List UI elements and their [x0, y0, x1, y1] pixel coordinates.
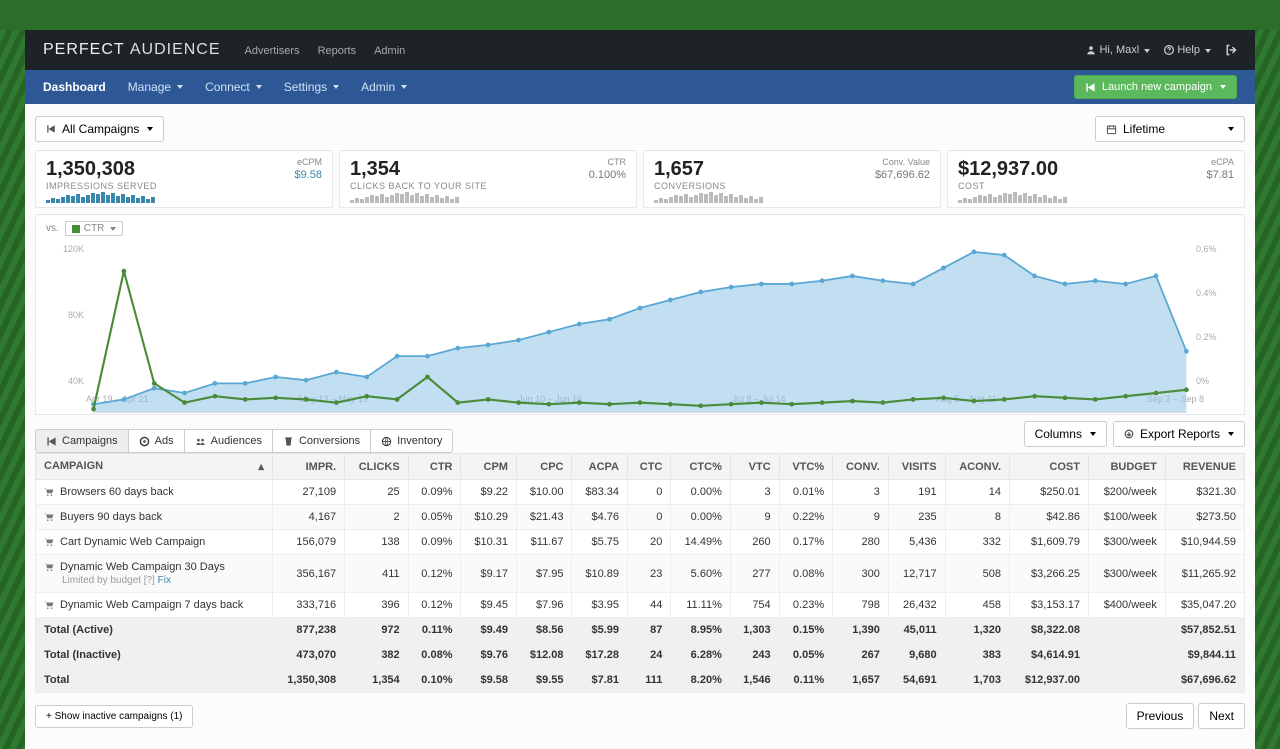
stat-card-3: $12,937.00 COST eCPA $7.81	[947, 150, 1245, 208]
tab-audiences[interactable]: Audiences	[184, 429, 272, 453]
columns-button[interactable]: Columns	[1024, 421, 1107, 447]
table-row[interactable]: Dynamic Web Campaign 30 DaysLimited by b…	[36, 555, 1245, 593]
brand[interactable]: PERFECT AUDIENCE	[43, 41, 221, 59]
col-cpc[interactable]: CPC	[516, 454, 572, 480]
main-chart[interactable]: 120K80K40K 0.6%0.4%0.2%0%	[46, 240, 1234, 390]
col-ctr[interactable]: CTR	[408, 454, 461, 480]
total-row: Total (Active)877,2389720.11%$9.49$8.56$…	[36, 618, 1245, 643]
main-nav: Dashboard Manage Connect Settings Admin L…	[25, 70, 1255, 104]
stat-value: 1,354	[350, 159, 626, 179]
stat-value: 1,350,308	[46, 159, 322, 179]
col-acpa[interactable]: ACPA	[572, 454, 628, 480]
prev-button[interactable]: Previous	[1126, 703, 1195, 729]
col-vtc[interactable]: VTC	[730, 454, 779, 480]
launch-campaign-button[interactable]: Launch new campaign	[1074, 75, 1237, 99]
col-clicks[interactable]: CLICKS	[345, 454, 409, 480]
next-button[interactable]: Next	[1198, 703, 1245, 729]
fix-link[interactable]: Fix	[158, 575, 171, 586]
nav-connect[interactable]: Connect	[205, 80, 262, 94]
top-link-reports[interactable]: Reports	[318, 45, 357, 57]
stat-metric-value: $67,696.62	[875, 169, 930, 181]
stat-metric-value: 0.100%	[589, 169, 626, 181]
top-links: Advertisers Reports Admin	[245, 43, 424, 57]
vs-label: vs.	[46, 223, 59, 234]
col-ctc[interactable]: CTC%	[671, 454, 731, 480]
top-link-admin[interactable]: Admin	[374, 45, 405, 57]
col-conv[interactable]: CONV.	[833, 454, 889, 480]
total-row: Total1,350,3081,3540.10%$9.58$9.55$7.811…	[36, 668, 1245, 693]
stat-value: $12,937.00	[958, 159, 1234, 179]
col-vtc[interactable]: VTC%	[779, 454, 832, 480]
col-campaign[interactable]: CAMPAIGN ▴	[36, 454, 273, 480]
stat-metric-label: eCPA	[1211, 157, 1234, 167]
tab-campaigns[interactable]: Campaigns	[35, 429, 128, 453]
nav-manage[interactable]: Manage	[128, 80, 183, 94]
stat-metric-label: Conv. Value	[882, 157, 930, 167]
stat-metric-label: CTR	[608, 157, 627, 167]
nav-admin[interactable]: Admin	[361, 80, 407, 94]
show-inactive-button[interactable]: + Show inactive campaigns (1)	[35, 705, 193, 728]
table-row[interactable]: Browsers 60 days back27,109250.09%$9.22$…	[36, 480, 1245, 505]
col-budget[interactable]: BUDGET	[1088, 454, 1165, 480]
tab-inventory[interactable]: Inventory	[370, 429, 453, 453]
total-row: Total (Inactive)473,0703820.08%$9.76$12.…	[36, 643, 1245, 668]
col-ctc[interactable]: CTC	[627, 454, 670, 480]
stat-metric-value: $7.81	[1206, 169, 1234, 181]
data-tabs: CampaignsAdsAudiencesConversionsInventor…	[35, 429, 453, 453]
stat-card-0: 1,350,308 IMPRESSIONS SERVED eCPM $9.58	[35, 150, 333, 208]
topbar: PERFECT AUDIENCE Advertisers Reports Admin…	[25, 30, 1255, 70]
nav-dashboard[interactable]: Dashboard	[43, 80, 106, 94]
user-menu[interactable]: Hi, Maxl	[1086, 44, 1150, 56]
vs-metric-selector[interactable]: CTR	[65, 221, 124, 236]
stat-metric-label: eCPM	[297, 157, 322, 167]
col-visits[interactable]: VISITS	[888, 454, 945, 480]
col-aconv[interactable]: ACONV.	[945, 454, 1009, 480]
stat-metric-value: $9.58	[294, 169, 322, 181]
chart-panel: vs. CTR 120K80K40K 0.6%0.4%0.2%0% Apr 19…	[35, 214, 1245, 415]
nav-settings[interactable]: Settings	[284, 80, 339, 94]
stat-card-1: 1,354 CLICKS BACK TO YOUR SITE CTR 0.100…	[339, 150, 637, 208]
col-revenue[interactable]: REVENUE	[1165, 454, 1244, 480]
tab-conversions[interactable]: Conversions	[272, 429, 370, 453]
export-button[interactable]: Export Reports	[1113, 421, 1245, 447]
tab-ads[interactable]: Ads	[128, 429, 184, 453]
campaigns-table: CAMPAIGN ▴IMPR.CLICKSCTRCPMCPCACPACTCCTC…	[35, 453, 1245, 693]
stat-card-2: 1,657 CONVERSIONS Conv. Value $67,696.62	[643, 150, 941, 208]
top-link-advertisers[interactable]: Advertisers	[245, 45, 300, 57]
help-menu[interactable]: Help	[1164, 44, 1211, 56]
table-row[interactable]: Buyers 90 days back4,16720.05%$10.29$21.…	[36, 505, 1245, 530]
col-impr[interactable]: IMPR.	[272, 454, 344, 480]
campaign-filter[interactable]: All Campaigns	[35, 116, 164, 142]
table-row[interactable]: Cart Dynamic Web Campaign156,0791380.09%…	[36, 530, 1245, 555]
table-row[interactable]: Dynamic Web Campaign 7 days back333,7163…	[36, 593, 1245, 618]
logout-icon[interactable]	[1225, 44, 1237, 57]
col-cost[interactable]: COST	[1010, 454, 1089, 480]
stat-cards: 1,350,308 IMPRESSIONS SERVED eCPM $9.58 …	[35, 150, 1245, 208]
date-range-filter[interactable]: Lifetime	[1095, 116, 1245, 142]
col-cpm[interactable]: CPM	[461, 454, 517, 480]
content: All Campaigns Lifetime 1,350,308 IMPRESS…	[25, 104, 1255, 749]
